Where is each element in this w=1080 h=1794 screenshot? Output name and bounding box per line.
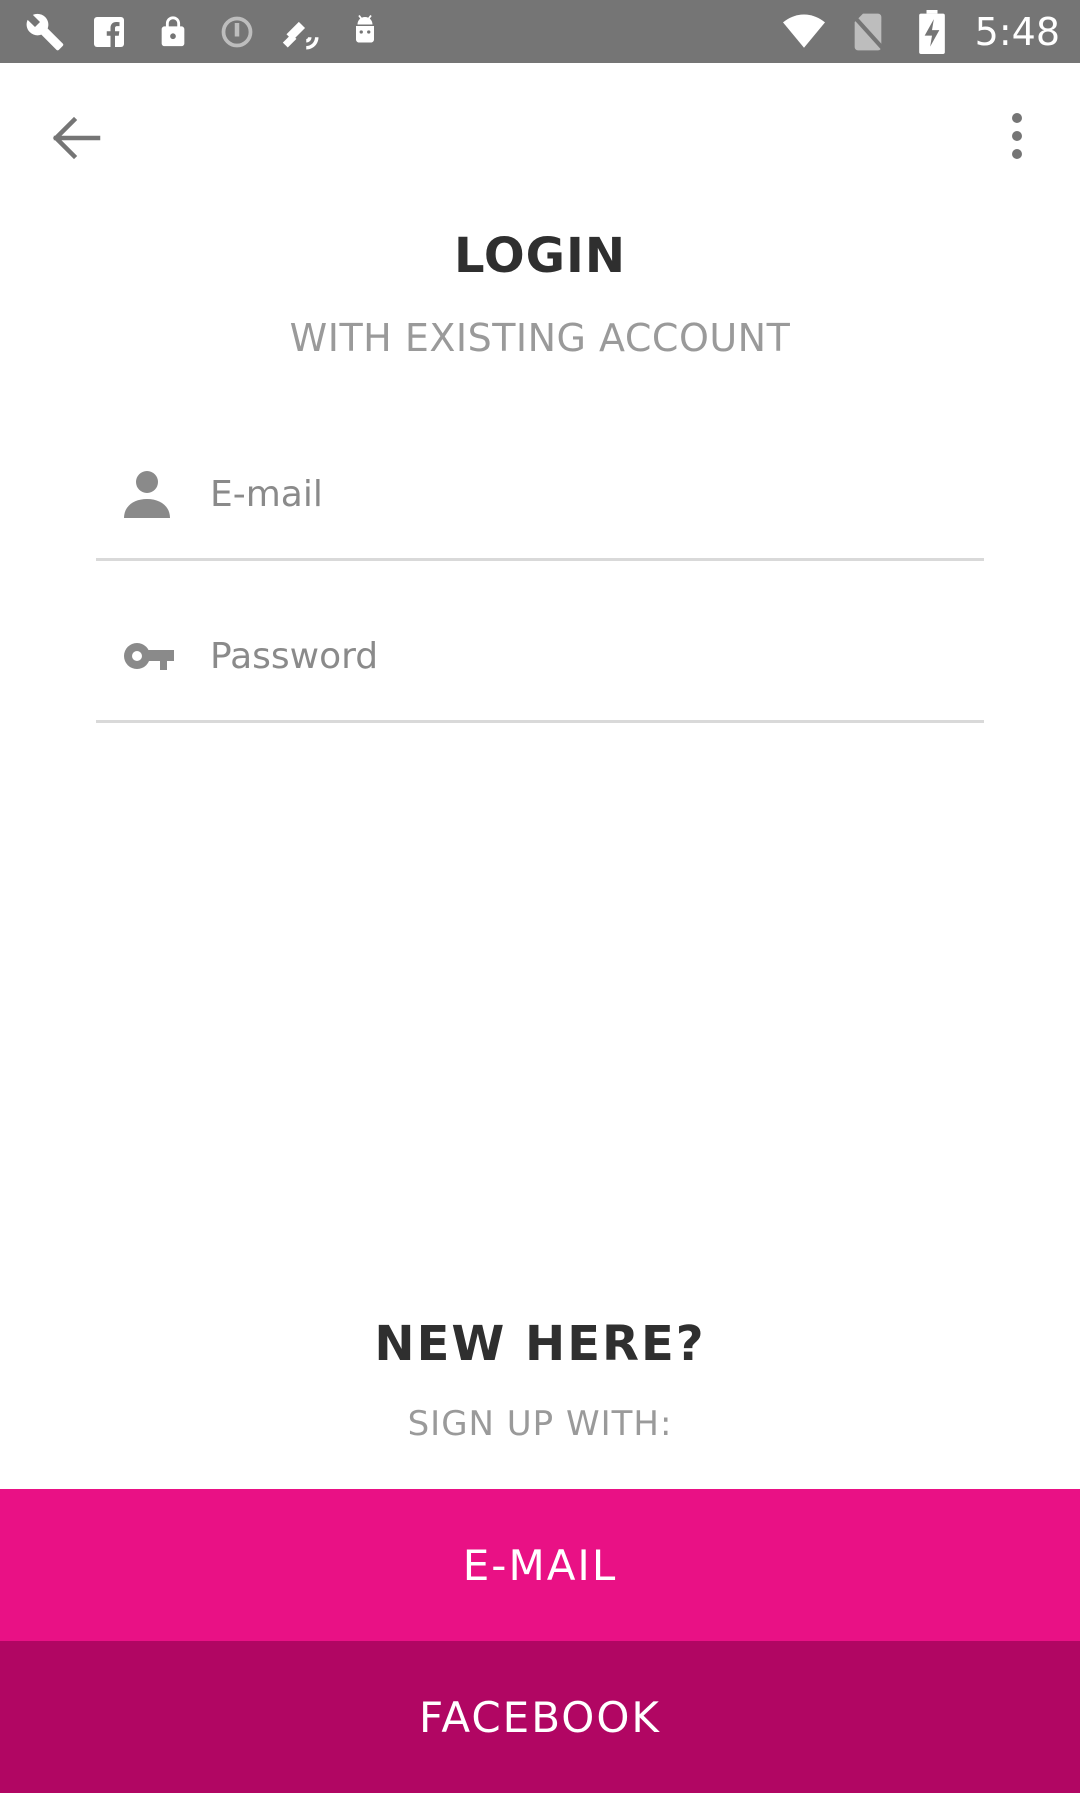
no-sim-icon: [847, 11, 889, 53]
password-field[interactable]: Password: [96, 600, 984, 723]
person-icon: [122, 468, 172, 520]
login-subtitle: WITH EXISTING ACCOUNT: [289, 316, 791, 360]
wrench-icon: [24, 11, 66, 53]
new-here-title: NEW HERE?: [374, 1316, 706, 1372]
password-placeholder: Password: [210, 636, 379, 677]
signup-email-button[interactable]: E-MAIL: [0, 1489, 1080, 1641]
email-placeholder: E-mail: [210, 474, 323, 515]
back-button[interactable]: [50, 116, 102, 160]
more-vert-icon: [1012, 113, 1022, 159]
back-arrow-icon: [52, 116, 101, 160]
email-field[interactable]: E-mail: [96, 438, 984, 561]
login-screen: 5:48 LOGIN WITH EXISTING ACCOUNT E-mail: [0, 0, 1080, 1794]
login-title: LOGIN: [453, 228, 627, 284]
signup-facebook-button[interactable]: FACEBOOK: [0, 1641, 1080, 1793]
signup-subtitle: SIGN UP WITH:: [407, 1404, 673, 1444]
circle-icon: [216, 11, 258, 53]
status-bar-notifications: [24, 8, 386, 56]
android-icon: [344, 11, 386, 53]
battery-charging-icon: [911, 10, 953, 54]
lock-icon: [152, 11, 194, 53]
facebook-icon: [88, 11, 130, 53]
more-options-button[interactable]: [1000, 108, 1034, 170]
wifi-icon: [782, 11, 825, 53]
satellite-icon: [280, 11, 322, 53]
status-bar-system: 5:48: [782, 8, 1060, 56]
status-time: 5:48: [974, 10, 1060, 54]
key-icon: [122, 630, 174, 682]
status-bar: 5:48: [0, 0, 1080, 63]
